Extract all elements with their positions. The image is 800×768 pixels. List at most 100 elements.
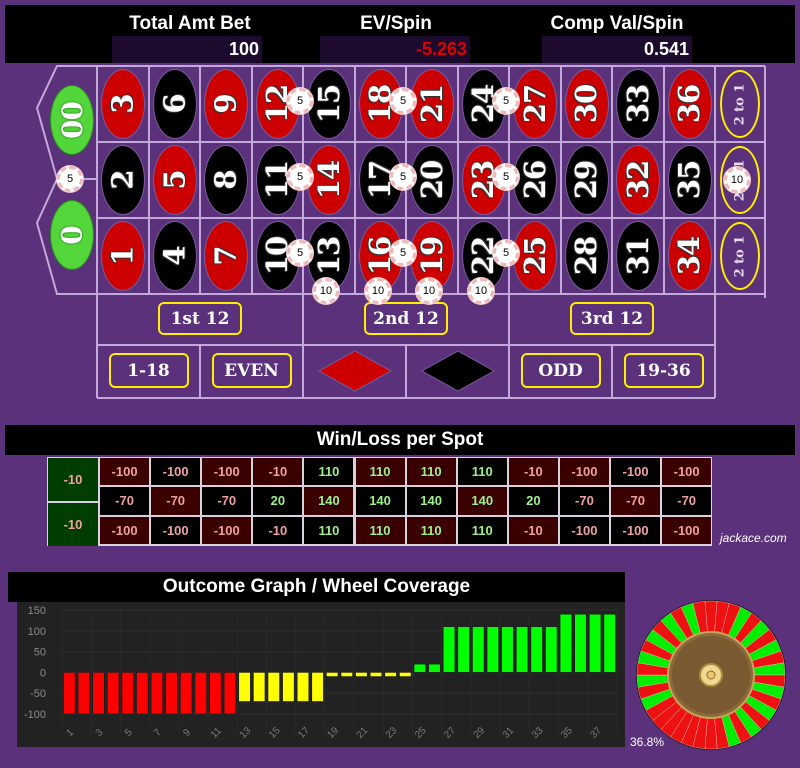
number-label: 2: [106, 170, 140, 190]
x-tick-label: 27: [442, 725, 458, 741]
number-label: 5: [157, 170, 192, 190]
number-cell-28[interactable]: 28: [561, 218, 613, 294]
dozen-bet-3[interactable]: 3rd 12: [570, 302, 654, 335]
winloss-cell: 140: [457, 487, 507, 515]
chart-bar: [165, 672, 178, 715]
dozen-bet-1[interactable]: 1st 12: [158, 302, 242, 335]
chip-10[interactable]: 10: [313, 278, 339, 304]
number-cell-3[interactable]: 3: [97, 66, 149, 142]
high-bet[interactable]: 19-36: [623, 353, 704, 388]
chip-10[interactable]: 10: [724, 167, 750, 193]
chart-bar: [355, 672, 368, 677]
chart-bar: [121, 672, 134, 715]
grid-line: [611, 66, 613, 294]
number-cell-35[interactable]: 35: [664, 142, 716, 218]
number-label: 13: [311, 236, 346, 276]
ev-value: -5.263: [320, 36, 470, 63]
number-cell-7[interactable]: 7: [200, 218, 252, 294]
odd-bet[interactable]: ODD: [520, 353, 601, 388]
number-cell-31[interactable]: 31: [612, 218, 664, 294]
number-cell-6[interactable]: 6: [149, 66, 201, 142]
chart-bar: [515, 626, 529, 673]
winloss-cell: 110: [355, 516, 405, 544]
number-oval: 35: [667, 145, 712, 215]
grid-line: [662, 66, 665, 294]
number-cell-1[interactable]: 1: [97, 218, 149, 294]
chart-bar: [442, 626, 456, 673]
zero-label: 00: [55, 101, 89, 139]
number-label: 31: [620, 236, 655, 276]
grid-line: [559, 66, 562, 294]
grid-line: [405, 345, 407, 398]
number-label: 6: [157, 94, 192, 114]
chip-10[interactable]: 10: [365, 278, 391, 304]
even-bet[interactable]: EVEN: [211, 353, 292, 388]
chart-bar: [296, 672, 310, 702]
black-bet-diamond[interactable]: [420, 350, 496, 392]
chip-5[interactable]: 5: [287, 240, 313, 266]
chart-bar: [369, 672, 383, 677]
grid-line: [353, 66, 356, 294]
winloss-cell: -10: [508, 458, 558, 486]
number-cell-29[interactable]: 29: [561, 142, 613, 218]
number-label: 25: [517, 236, 552, 276]
grid-line: [199, 345, 201, 398]
chip-5[interactable]: 5: [287, 164, 313, 190]
number-label: 1: [106, 246, 140, 266]
zero-00[interactable]: 00: [50, 85, 94, 155]
chart-bar: [63, 672, 76, 715]
chart-bar: [413, 663, 426, 673]
chip-10[interactable]: 10: [416, 278, 442, 304]
number-cell-30[interactable]: 30: [561, 66, 613, 142]
comp-value: 0.541: [542, 36, 692, 63]
y-tick-label: 50: [34, 647, 46, 659]
chip-5[interactable]: 5: [390, 164, 416, 190]
winloss-cell: -10: [253, 458, 303, 486]
number-cell-36[interactable]: 36: [664, 66, 716, 142]
column-bet-1[interactable]: 2 to 1: [715, 66, 765, 142]
number-oval: 32: [616, 145, 660, 215]
chart-bar: [501, 626, 514, 673]
chart-bar: [574, 613, 587, 673]
number-cell-34[interactable]: 34: [664, 218, 716, 294]
number-oval: 5: [152, 145, 197, 215]
chip-5[interactable]: 5: [390, 240, 416, 266]
number-cell-33[interactable]: 33: [612, 66, 664, 142]
low-bet[interactable]: 1-18: [108, 353, 189, 388]
number-cell-9[interactable]: 9: [200, 66, 252, 142]
number-label: 33: [620, 84, 655, 124]
winloss-cell: -100: [202, 516, 252, 544]
grid-line: [714, 294, 716, 398]
x-tick-label: 5: [123, 727, 135, 739]
chip-5[interactable]: 5: [493, 88, 519, 114]
winloss-cell: 140: [355, 487, 405, 515]
number-cell-32[interactable]: 32: [612, 142, 664, 218]
number-cell-4[interactable]: 4: [149, 218, 201, 294]
number-cell-2[interactable]: 2: [97, 142, 149, 218]
chip-10[interactable]: 10: [468, 278, 494, 304]
zero-0[interactable]: 0: [50, 200, 94, 270]
grid-line: [764, 66, 766, 294]
grid-line: [250, 66, 253, 294]
number-oval: 7: [204, 221, 248, 291]
winloss-cell: -70: [100, 487, 150, 515]
number-cell-5[interactable]: 5: [149, 142, 201, 218]
chip-5[interactable]: 5: [390, 88, 416, 114]
number-oval: 4: [152, 221, 197, 291]
chip-5[interactable]: 5: [287, 88, 313, 114]
winloss-cell: -100: [151, 516, 201, 544]
dozen-bet-2[interactable]: 2nd 12: [364, 302, 448, 335]
winloss-table: -10 -10 -100 -100 -100 -10 110 110 110 110 -10 -100…: [47, 457, 712, 546]
number-oval: 3: [101, 69, 145, 139]
x-tick-label: 15: [267, 725, 283, 741]
number-cell-8[interactable]: 8: [200, 142, 252, 218]
number-label: 35: [672, 160, 707, 200]
red-bet-diamond[interactable]: [317, 350, 393, 392]
x-tick-label: 1: [65, 727, 77, 739]
chart-bar: [530, 626, 543, 673]
chip-5[interactable]: 5: [493, 240, 519, 266]
chip-5[interactable]: 5: [493, 164, 519, 190]
column-bet-3[interactable]: 2 to 1: [715, 218, 765, 294]
grid-line: [611, 345, 613, 398]
chip-5[interactable]: 5: [57, 166, 83, 192]
